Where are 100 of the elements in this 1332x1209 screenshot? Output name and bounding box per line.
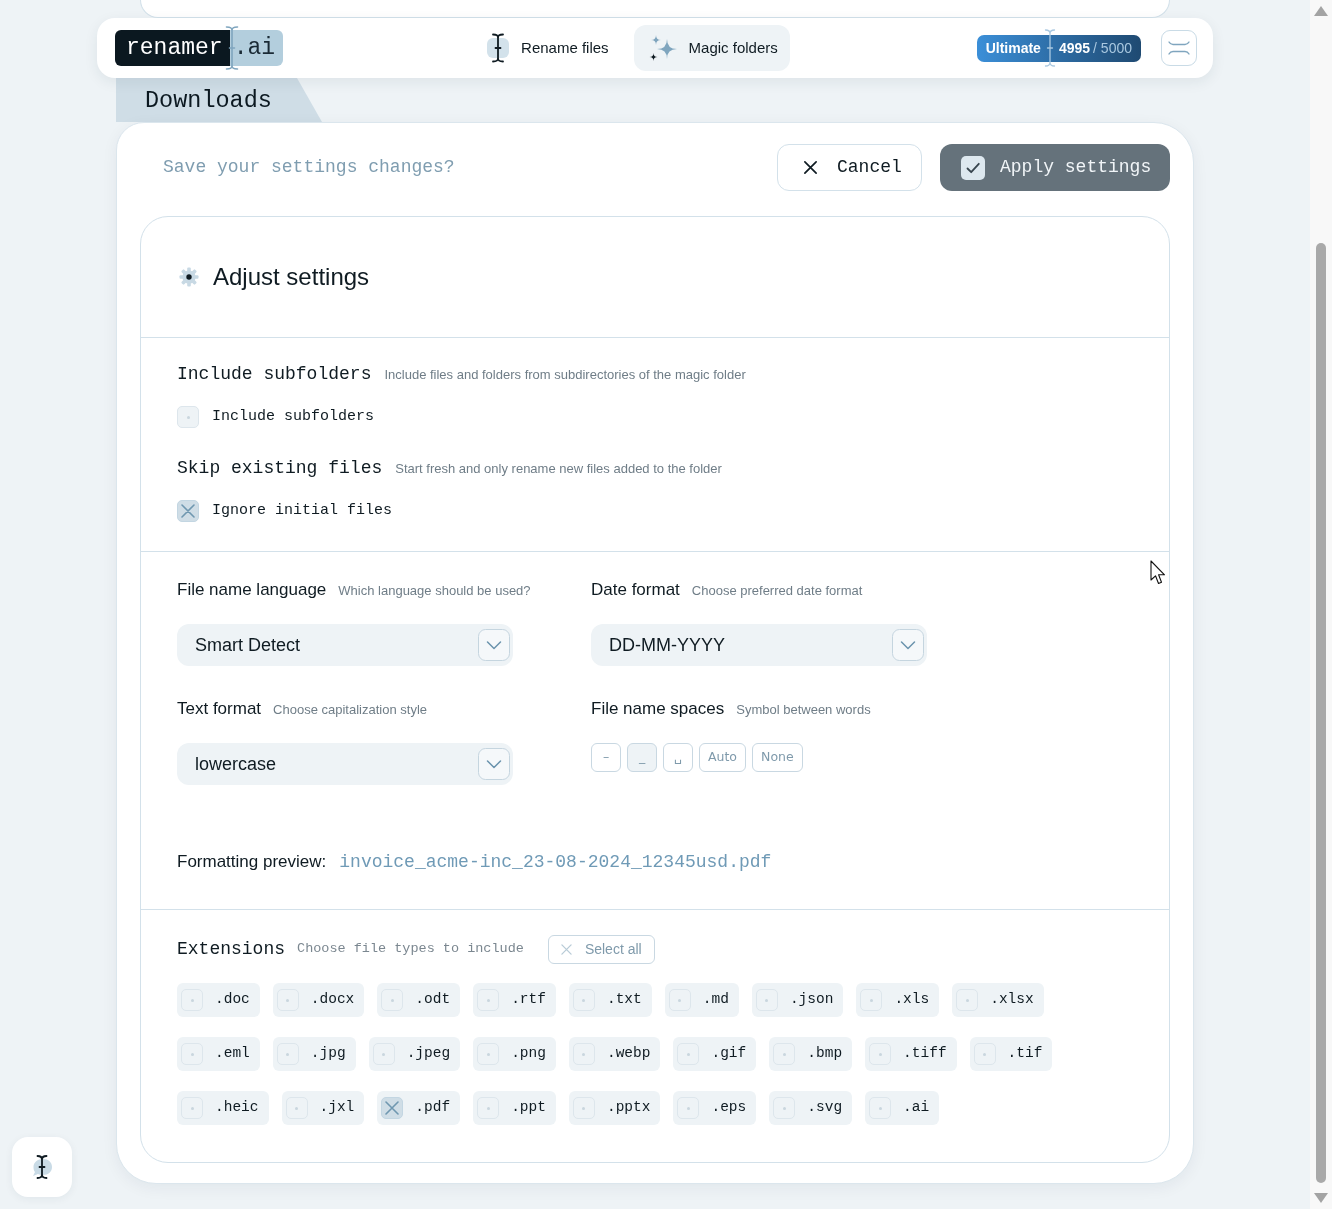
- checkbox[interactable]: [181, 989, 203, 1011]
- checkbox-label: Ignore initial files: [212, 500, 393, 521]
- checkbox[interactable]: [755, 989, 778, 1011]
- extension-chip[interactable]: .eps: [673, 1091, 757, 1125]
- close-icon: [560, 944, 572, 955]
- extension-chip[interactable]: .txt: [568, 983, 652, 1017]
- cross-mark-icon: [181, 504, 195, 518]
- checkbox[interactable]: [381, 1097, 404, 1119]
- extension-chip[interactable]: .rtf: [473, 983, 556, 1017]
- preview-value: invoice_acme-inc_23-08-2024_12345usd.pdf: [339, 851, 772, 874]
- check-icon: [961, 155, 985, 180]
- apply-button[interactable]: Apply settings: [940, 144, 1170, 191]
- extension-chip[interactable]: .md: [664, 983, 739, 1017]
- field-hint: Symbol between words: [736, 701, 871, 719]
- chevron-down-icon: [478, 748, 510, 780]
- dropdown[interactable]: lowercase: [177, 743, 513, 785]
- checkbox[interactable]: [860, 989, 883, 1011]
- extension-chip[interactable]: .eml: [177, 1037, 260, 1071]
- field-label: Text format: [177, 698, 262, 720]
- extension-chip[interactable]: .xls: [856, 983, 940, 1017]
- checkbox[interactable]: [477, 1043, 500, 1065]
- logo-suffix: .ai: [229, 30, 284, 66]
- checkbox[interactable]: [181, 1043, 203, 1065]
- extension-chip[interactable]: .ai: [865, 1091, 940, 1125]
- scrollbar-thumb[interactable]: [1316, 243, 1326, 1183]
- logo-wordmark: renamer: [115, 30, 230, 66]
- folder-tab[interactable]: Downloads: [116, 78, 322, 122]
- extensions-title: Extensions: [177, 938, 286, 961]
- dropdown[interactable]: DD-MM-YYYY: [591, 624, 927, 666]
- extension-chip[interactable]: .tif: [969, 1037, 1053, 1071]
- extension-chip[interactable]: .jpeg: [368, 1037, 461, 1071]
- checkbox[interactable]: [572, 1043, 595, 1065]
- text-cursor-icon: [1043, 29, 1056, 67]
- extension-chip[interactable]: .svg: [769, 1091, 853, 1125]
- extension-chip[interactable]: .heic: [177, 1091, 269, 1125]
- checkbox[interactable]: [956, 989, 979, 1011]
- chevron-down-icon: [892, 629, 924, 661]
- cancel-button[interactable]: Cancel: [777, 144, 922, 191]
- up-triangle-icon[interactable]: [1314, 6, 1328, 16]
- menu-icon: [1167, 40, 1191, 56]
- nav-tab[interactable]: Magic folders: [633, 25, 790, 71]
- checkbox[interactable]: [677, 1043, 700, 1065]
- checkbox[interactable]: [181, 1097, 203, 1119]
- field-hint: Choose preferred date format: [691, 582, 863, 600]
- plan-name: Ultimate: [985, 38, 1041, 58]
- checkbox[interactable]: [869, 1097, 892, 1119]
- checkbox[interactable]: [973, 1043, 996, 1065]
- checkbox[interactable]: [773, 1097, 796, 1119]
- extension-chip[interactable]: .jpg: [272, 1037, 356, 1071]
- credits-used: 4995: [1058, 38, 1091, 58]
- extension-chip[interactable]: .pptx: [568, 1091, 661, 1125]
- checkbox[interactable]: [177, 406, 199, 428]
- checkbox-label: Include subfolders: [212, 406, 375, 427]
- checkbox[interactable]: [276, 989, 299, 1011]
- checkbox[interactable]: [668, 989, 691, 1011]
- checkbox[interactable]: [869, 1043, 892, 1065]
- preview-label: Formatting preview:: [177, 851, 327, 873]
- down-triangle-icon[interactable]: [1314, 1193, 1328, 1203]
- extension-chip[interactable]: .docx: [272, 983, 365, 1017]
- field-label: File name spaces: [591, 698, 725, 720]
- extension-chip[interactable]: .webp: [568, 1037, 661, 1071]
- option-hint: Include files and folders from subdirectories of the magic folder: [384, 366, 746, 384]
- cross-mark-icon: [385, 1101, 400, 1115]
- checkbox[interactable]: [372, 1043, 395, 1065]
- extension-chip[interactable]: .xlsx: [952, 983, 1044, 1017]
- extension-chip[interactable]: .tiff: [865, 1037, 957, 1071]
- checkbox[interactable]: [177, 500, 199, 522]
- checkbox[interactable]: [477, 989, 500, 1011]
- extension-chip[interactable]: .gif: [673, 1037, 757, 1071]
- nav-tab[interactable]: Rename files: [474, 25, 621, 71]
- option-title: Include subfolders: [177, 363, 372, 386]
- chat-button[interactable]: [12, 1137, 72, 1197]
- scrollbar[interactable]: [1310, 0, 1332, 1209]
- dropdown[interactable]: Smart Detect: [177, 624, 513, 666]
- extension-chip[interactable]: .odt: [377, 983, 461, 1017]
- menu-button[interactable]: [1161, 30, 1197, 66]
- checkbox[interactable]: [285, 1097, 308, 1119]
- checkbox[interactable]: [381, 989, 404, 1011]
- checkbox[interactable]: [572, 989, 595, 1011]
- text-cursor-icon: [486, 33, 511, 63]
- field-hint: Which language should be used?: [338, 582, 531, 600]
- field-label: Date format: [591, 579, 680, 601]
- extension-chip[interactable]: .pdf: [377, 1091, 461, 1125]
- extension-chip[interactable]: .doc: [177, 983, 260, 1017]
- extensions-hint: Choose file types to include: [297, 940, 524, 959]
- text-cursor-icon: [225, 26, 239, 70]
- extension-chip[interactable]: .json: [751, 983, 844, 1017]
- checkbox[interactable]: [773, 1043, 796, 1065]
- field-hint: Choose capitalization style: [273, 701, 427, 719]
- checkbox[interactable]: [276, 1043, 299, 1065]
- checkbox[interactable]: [677, 1097, 700, 1119]
- option-title: Skip existing files: [177, 457, 383, 480]
- extension-chip[interactable]: .jxl: [281, 1091, 365, 1125]
- checkbox[interactable]: [572, 1097, 595, 1119]
- credits-limit: / 5000: [1093, 38, 1132, 58]
- extension-chip[interactable]: .ppt: [473, 1091, 556, 1125]
- extension-chip[interactable]: .png: [473, 1037, 556, 1071]
- checkbox[interactable]: [477, 1097, 500, 1119]
- extension-chip[interactable]: .bmp: [769, 1037, 853, 1071]
- field-label: File name language: [177, 579, 327, 601]
